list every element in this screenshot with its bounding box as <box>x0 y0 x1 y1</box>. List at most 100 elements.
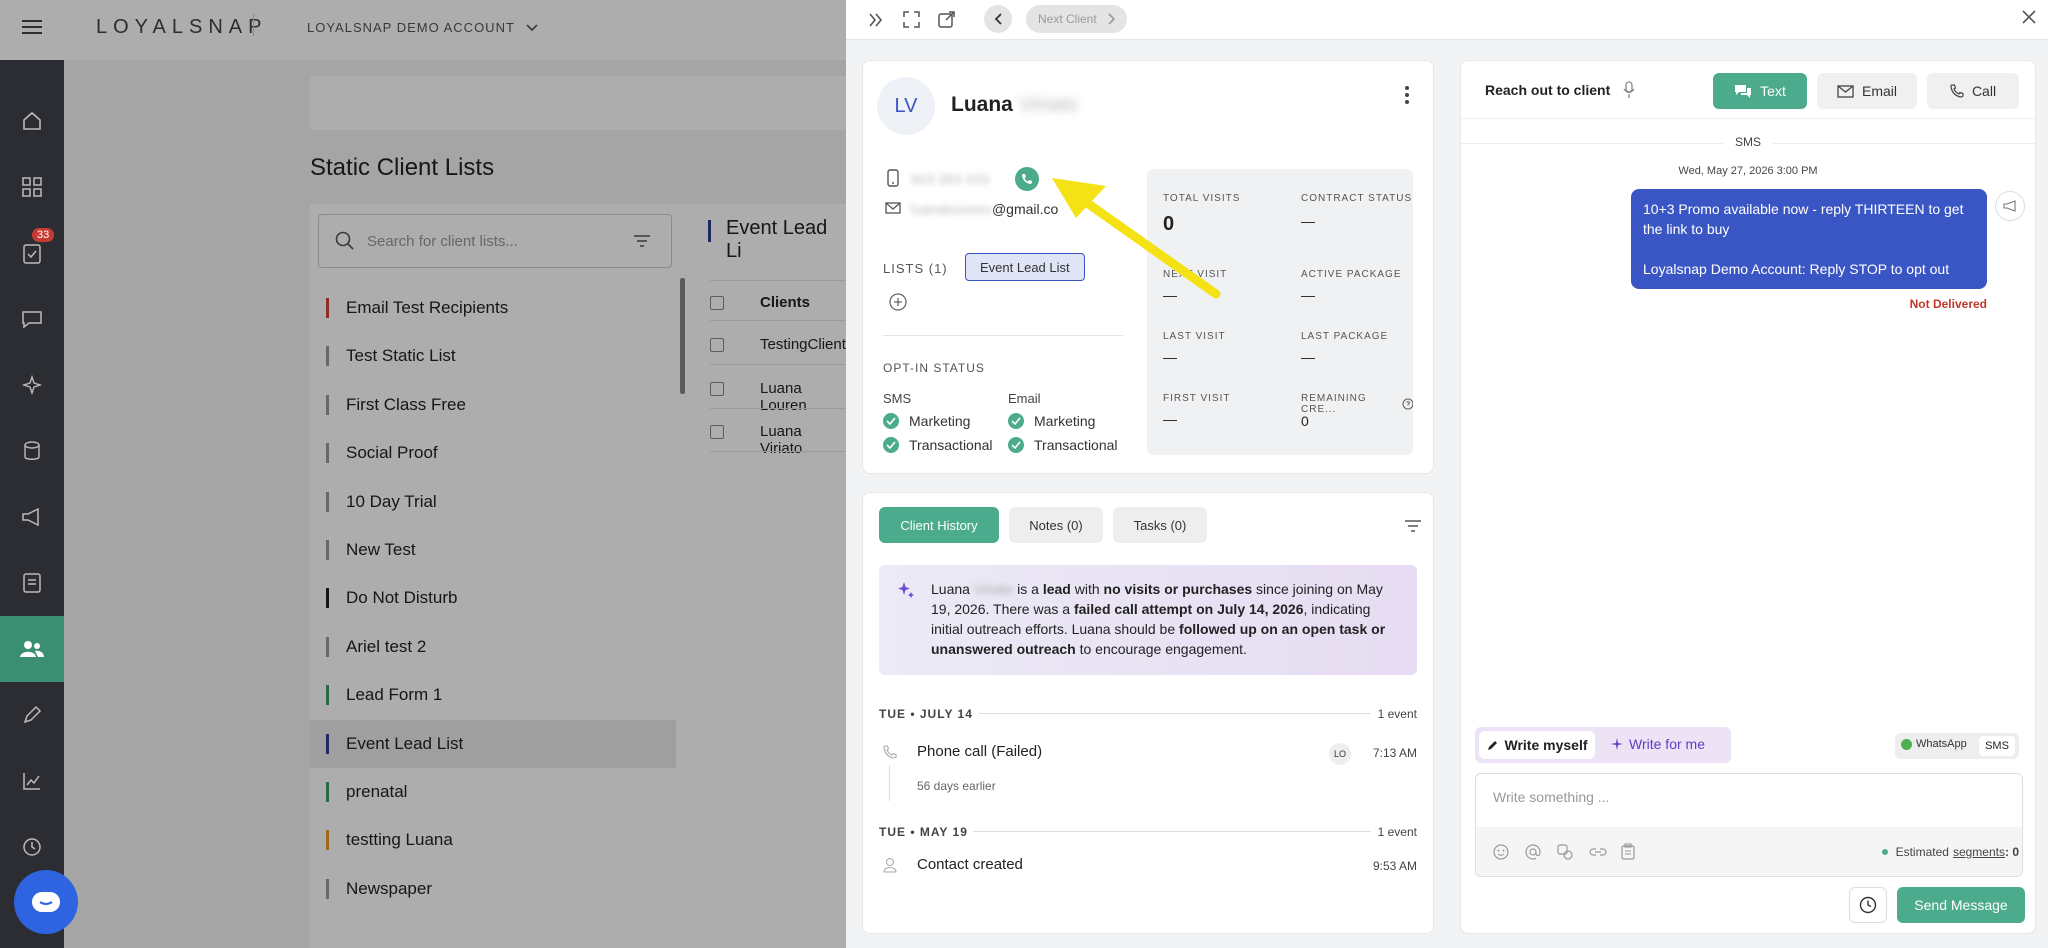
message-placeholder: Write something ... <box>1493 789 1610 805</box>
chevron-right-icon <box>1108 13 1115 25</box>
home-icon[interactable] <box>0 88 64 154</box>
email-transactional-label: Transactional <box>1034 437 1118 453</box>
reach-out-title: Reach out to client <box>1485 82 1611 98</box>
close-icon[interactable] <box>2022 10 2036 24</box>
summary-bold: no visits or purchases <box>1103 581 1253 597</box>
segments-link[interactable]: segments <box>1953 845 2005 859</box>
open-new-window-icon[interactable] <box>938 11 955 28</box>
email-address[interactable]: luanaloureiro @gmail.co <box>911 201 1058 217</box>
contract-status-value: — <box>1301 213 1315 229</box>
user-avatar: LO <box>1329 743 1351 765</box>
last-visit-label: LAST VISIT <box>1163 331 1226 342</box>
megaphone-icon[interactable] <box>0 484 64 550</box>
client-last-name: Viriato <box>1018 93 1078 116</box>
sms-transactional-status: Transactional <box>883 437 993 453</box>
whatsapp-option[interactable]: WhatsApp <box>1901 738 1967 750</box>
lists-label: LISTS (1) <box>883 261 948 276</box>
call-channel-button[interactable]: Call <box>1927 73 2019 109</box>
drawer-toolbar: Next Client <box>846 0 2048 40</box>
send-message-button[interactable]: Send Message <box>1897 887 2025 923</box>
filter-icon[interactable] <box>1404 519 1422 533</box>
email-transactional-status: Transactional <box>1008 437 1118 453</box>
history-icon[interactable] <box>0 814 64 880</box>
client-name: Luana Viriato <box>951 93 1078 117</box>
emoji-icon[interactable] <box>1493 844 1509 860</box>
remaining-credits-value: 0 <box>1301 413 1309 429</box>
next-client-button[interactable]: Next Client <box>1026 5 1127 33</box>
sms-option[interactable]: SMS <box>1979 736 2015 756</box>
sparkle-icon[interactable] <box>0 352 64 418</box>
optin-email-label: Email <box>1008 391 1041 406</box>
last-package-value: — <box>1301 349 1315 365</box>
history-event-time: 9:53 AM <box>1372 859 1417 873</box>
tab-notes[interactable]: Notes (0) <box>1009 507 1103 543</box>
divider <box>883 335 1123 336</box>
phone-icon <box>883 745 897 759</box>
tab-tasks[interactable]: Tasks (0) <box>1113 507 1207 543</box>
tasks-icon[interactable]: 33 <box>0 220 64 286</box>
summary-part: Luana <box>931 581 970 597</box>
email-button-label: Email <box>1861 83 1897 99</box>
collapse-icon[interactable] <box>868 12 884 28</box>
more-options-icon[interactable] <box>1404 85 1410 105</box>
message-optout-text: Loyalsnap Demo Account: Reply STOP to op… <box>1643 261 1950 277</box>
phone-number[interactable]: 923 383 433 <box>911 171 989 187</box>
pen-icon[interactable] <box>0 682 64 748</box>
mobile-phone-icon <box>887 169 899 187</box>
tab-client-history[interactable]: Client History <box>879 507 999 543</box>
call-phone-button[interactable] <box>1015 167 1039 191</box>
history-date-header: TUE • JULY 14 <box>879 707 973 721</box>
link-icon[interactable] <box>1589 844 1607 860</box>
email-channel-button[interactable]: Email <box>1817 73 1917 109</box>
optin-title: OPT-IN STATUS <box>883 361 985 375</box>
timeline-line <box>889 765 890 801</box>
history-event-count: 1 event <box>1377 825 1417 839</box>
email-marketing-status: Marketing <box>1008 413 1095 429</box>
summary-part: is a <box>1013 581 1043 597</box>
segments-estimate: Estimated segments: 0 <box>1881 845 2019 859</box>
add-list-icon[interactable] <box>889 293 907 311</box>
chat-launcher-button[interactable] <box>14 870 78 934</box>
previous-client-button[interactable] <box>984 5 1012 33</box>
microphone-icon[interactable] <box>1623 81 1635 99</box>
status-dot <box>1881 849 1888 855</box>
history-date-header: TUE • MAY 19 <box>879 825 968 839</box>
last-package-label: LAST PACKAGE <box>1301 331 1389 342</box>
mention-icon[interactable] <box>1525 844 1541 860</box>
text-channel-button[interactable]: Text <box>1713 73 1807 109</box>
write-myself-button[interactable]: Write myself <box>1479 731 1595 759</box>
divider <box>973 831 1371 832</box>
navbar-overlay <box>0 0 846 60</box>
schedule-button[interactable] <box>1849 887 1887 923</box>
analytics-icon[interactable] <box>0 748 64 814</box>
next-client-label: Next Client <box>1038 12 1097 26</box>
history-event-title[interactable]: Phone call (Failed) <box>917 743 1042 760</box>
history-event-title[interactable]: Contact created <box>917 856 1023 873</box>
annotation-arrow <box>1052 178 1221 299</box>
expand-icon[interactable] <box>903 11 920 28</box>
dashboard-grid-icon[interactable] <box>0 154 64 220</box>
check-icon <box>883 413 899 429</box>
write-for-me-button[interactable]: Write for me <box>1611 736 1705 752</box>
document-icon[interactable] <box>0 550 64 616</box>
client-drawer: Next Client LV Luana Viriato 923 383 433… <box>846 0 2048 948</box>
phone-icon <box>1950 84 1964 98</box>
segments-value: : 0 <box>2004 845 2019 859</box>
left-sidebar: 33 <box>0 60 64 948</box>
message-text: 10+3 Promo available now - reply THIRTEE… <box>1643 201 1964 237</box>
email-marketing-label: Marketing <box>1034 413 1096 429</box>
clients-icon[interactable] <box>0 616 64 682</box>
divider <box>979 713 1371 714</box>
modal-overlay[interactable] <box>64 60 846 948</box>
pencil-icon <box>1487 741 1497 750</box>
personalize-icon[interactable] <box>1557 844 1573 860</box>
database-icon[interactable] <box>0 418 64 484</box>
first-visit-value: — <box>1163 411 1177 427</box>
sparkle-icon <box>898 582 914 598</box>
clipboard-icon[interactable] <box>1621 843 1635 860</box>
help-icon[interactable] <box>1402 398 1413 410</box>
summary-bold: failed call attempt on July 14, 2026 <box>1073 601 1304 617</box>
check-icon <box>883 437 899 453</box>
chat-icon[interactable] <box>0 286 64 352</box>
check-icon <box>1008 437 1024 453</box>
